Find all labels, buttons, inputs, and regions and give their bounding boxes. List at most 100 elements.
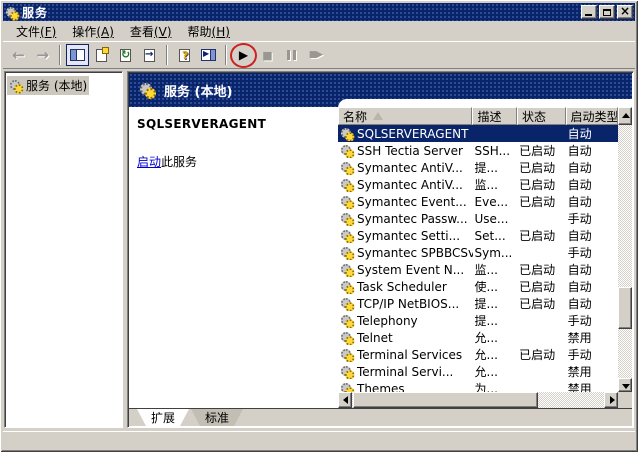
- service-name: Telephony: [357, 314, 418, 328]
- horizontal-scrollbar[interactable]: [338, 392, 618, 408]
- close-button[interactable]: ×: [617, 5, 633, 19]
- export-list-button[interactable]: [138, 44, 161, 66]
- service-name: Symantec AntiV...: [357, 161, 463, 175]
- service-status: 已启动: [517, 227, 566, 244]
- service-row[interactable]: Symantec Setti... Set... 已启动 自动: [338, 227, 618, 244]
- service-gear-icon: [340, 264, 352, 275]
- help-button[interactable]: [173, 44, 196, 66]
- extended-info-pane: SQLSERVERAGENT 启动此服务: [129, 107, 338, 408]
- console-tree-panel: 服务 (本地): [4, 71, 123, 428]
- back-button[interactable]: [7, 44, 30, 66]
- service-row[interactable]: Symantec Event... Eve... 已启动 自动: [338, 193, 618, 210]
- start-service-button[interactable]: [232, 44, 255, 66]
- service-gear-icon: [340, 366, 352, 377]
- service-description: 允...: [473, 363, 518, 380]
- service-gear-icon: [340, 315, 352, 326]
- stop-service-icon: [262, 50, 272, 61]
- refresh-button[interactable]: [114, 44, 137, 66]
- service-startup-type: 自动: [566, 261, 618, 278]
- service-status: 已启动: [517, 346, 566, 363]
- service-row[interactable]: Symantec AntiV... 监... 已启动 自动: [338, 176, 618, 193]
- start-service-icon: [239, 49, 248, 61]
- service-status: 已启动: [517, 295, 566, 312]
- scroll-right-button[interactable]: [604, 392, 618, 408]
- title-bar[interactable]: 服务 ×: [3, 3, 635, 21]
- service-row[interactable]: Symantec AntiV... 提... 已启动 自动: [338, 159, 618, 176]
- maximize-button[interactable]: [599, 5, 615, 19]
- service-name: Symantec Setti...: [357, 229, 460, 243]
- service-gear-icon: [340, 383, 352, 392]
- service-row[interactable]: TCP/IP NetBIOS... 提... 已启动 自动: [338, 295, 618, 312]
- list-column-headers: 名称 描述 状态 启动类型: [338, 107, 618, 125]
- forward-icon: [36, 48, 49, 63]
- help-icon: [179, 49, 190, 62]
- vertical-scrollbar[interactable]: [618, 125, 632, 392]
- service-gear-icon: [340, 179, 352, 190]
- service-status: 已启动: [517, 159, 566, 176]
- show-hide-action-pane-icon: [201, 49, 216, 61]
- service-row[interactable]: Telephony 提... 手动: [338, 312, 618, 329]
- tab-extended[interactable]: 扩展: [137, 409, 189, 426]
- column-header-1[interactable]: 描述: [472, 107, 517, 125]
- horizontal-scroll-thumb[interactable]: [353, 392, 538, 408]
- banner-services-icon: [139, 83, 156, 98]
- down-arrow-icon: [622, 384, 630, 389]
- service-startup-type: 自动: [566, 278, 618, 295]
- minimize-icon: [585, 14, 592, 16]
- service-name: SQLSERVERAGENT: [357, 127, 468, 141]
- service-description: Use...: [473, 212, 518, 226]
- stop-service-button[interactable]: [256, 44, 279, 66]
- services-list-pane: 名称 描述 状态 启动类型 SQLSERVERAGENT 自动 SSH Tect…: [338, 99, 632, 408]
- service-description: 允...: [473, 329, 518, 346]
- service-status: 已启动: [517, 261, 566, 278]
- show-hide-action-pane-button[interactable]: [197, 44, 220, 66]
- service-row[interactable]: Themes 为... 禁用: [338, 380, 618, 392]
- restart-service-button[interactable]: [304, 44, 327, 66]
- menu-item-h[interactable]: 帮助H: [181, 21, 237, 42]
- scroll-left-button[interactable]: [338, 392, 352, 408]
- properties-button[interactable]: [90, 44, 113, 66]
- service-row[interactable]: Symantec SPBBCSvc Sym... 手动: [338, 244, 618, 261]
- service-row[interactable]: Task Scheduler 使... 已启动 自动: [338, 278, 618, 295]
- column-header-0[interactable]: 名称: [338, 107, 472, 125]
- start-service-link[interactable]: 启动: [137, 155, 161, 169]
- forward-button[interactable]: [31, 44, 54, 66]
- service-row[interactable]: Terminal Services 允... 已启动 手动: [338, 346, 618, 363]
- tab-standard[interactable]: 标准: [191, 409, 243, 426]
- service-gear-icon: [340, 349, 352, 360]
- service-description: 监...: [473, 261, 518, 278]
- menu-item-v[interactable]: 查看V: [123, 21, 179, 42]
- service-gear-icon: [340, 213, 352, 224]
- services-rows: SQLSERVERAGENT 自动 SSH Tectia Server SSH.…: [338, 125, 618, 392]
- service-row[interactable]: SQLSERVERAGENT 自动: [338, 125, 618, 142]
- service-row[interactable]: Symantec Passw... Use... 手动: [338, 210, 618, 227]
- service-row[interactable]: SSH Tectia Server SSH... 已启动 自动: [338, 142, 618, 159]
- service-gear-icon: [340, 196, 352, 207]
- service-description: 为...: [473, 380, 518, 392]
- menu-item-f[interactable]: 文件F: [9, 21, 63, 42]
- show-hide-console-tree-button[interactable]: [66, 44, 89, 66]
- column-header-3[interactable]: 启动类型: [566, 107, 618, 125]
- close-icon: ×: [620, 5, 630, 17]
- service-name: Symantec Passw...: [357, 212, 468, 226]
- console-main-area: 服务 (本地) 服务 (本地) SQLSERVERAGENT 启动此服务 名称 …: [3, 69, 635, 430]
- menu-item-a[interactable]: 操作A: [65, 21, 121, 42]
- scroll-up-button[interactable]: [618, 107, 632, 125]
- menu-bar: 文件F 操作A 查看V 帮助H: [3, 21, 635, 41]
- service-description: Eve...: [473, 195, 518, 209]
- scroll-down-button[interactable]: [618, 378, 632, 392]
- tree-item-services-local[interactable]: 服务 (本地): [7, 76, 89, 95]
- service-row[interactable]: Terminal Servi... 允... 禁用: [338, 363, 618, 380]
- service-description: 提...: [473, 312, 518, 329]
- service-startup-type: 禁用: [566, 380, 618, 392]
- vertical-scroll-thumb[interactable]: [618, 287, 632, 329]
- pause-service-button[interactable]: [280, 44, 303, 66]
- toolbar-separator: [59, 45, 61, 65]
- minimize-button[interactable]: [581, 5, 597, 19]
- service-name: Symantec AntiV...: [357, 178, 463, 192]
- service-row[interactable]: Telnet 允... 禁用: [338, 329, 618, 346]
- tree-item-label: 服务 (本地): [26, 77, 87, 94]
- column-header-2[interactable]: 状态: [517, 107, 566, 125]
- service-startup-type: 自动: [566, 227, 618, 244]
- service-row[interactable]: System Event N... 监... 已启动 自动: [338, 261, 618, 278]
